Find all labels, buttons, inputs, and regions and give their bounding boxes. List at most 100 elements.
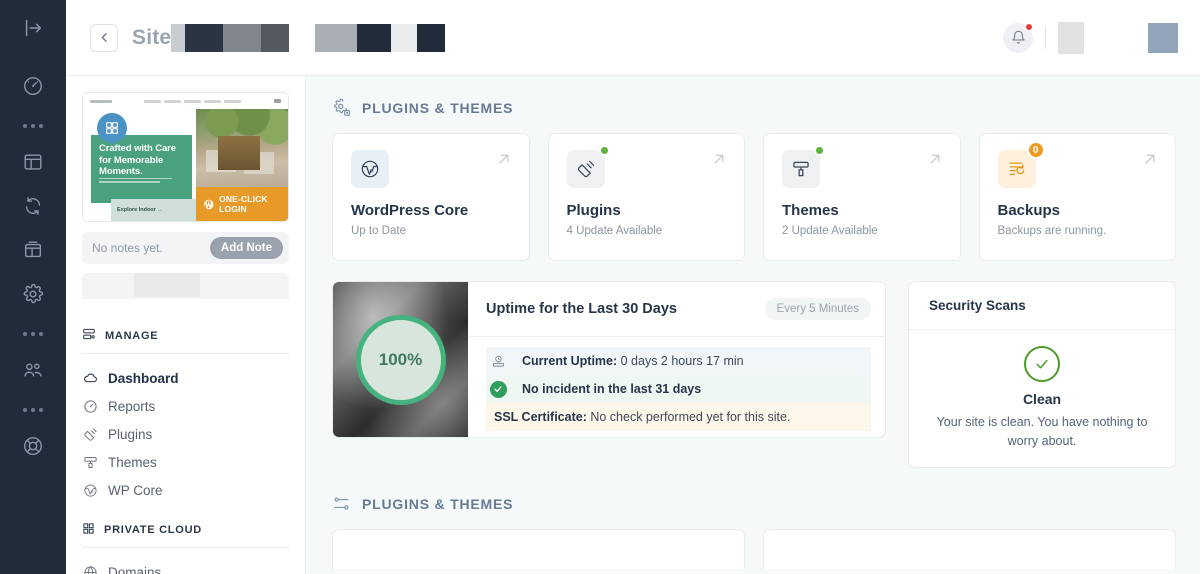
bottom-card-row: [332, 529, 1176, 569]
sidebar-label: Themes: [108, 454, 157, 470]
nav-list-manage: Dashboard Reports Plugins Themes WP Core: [82, 354, 289, 504]
top-header-bar: Site: [66, 0, 1200, 76]
grid-squares-icon: [82, 522, 95, 538]
section-header-plugins-themes-2: PLUGINS & THEMES: [332, 494, 1176, 513]
card-subtitle: Up to Date: [351, 225, 406, 237]
uptime-incident-label: No incident in the last 31 days: [522, 382, 702, 396]
chevron-left-icon: [101, 33, 107, 42]
sidebar-label: Reports: [108, 398, 156, 414]
site-sidebar: Crafted with Care for Memorable Moments.…: [66, 76, 306, 574]
nav-section-manage: MANAGE Dashboard Reports Plugins Themes …: [82, 327, 289, 504]
avatar[interactable]: [1148, 22, 1178, 53]
uptime-incident-text: No incident in the last 31 days: [522, 382, 701, 396]
uptime-current-label: Current Uptime:: [522, 354, 618, 368]
preview-hero-title: Crafted with Care for Memorable Moments.: [99, 143, 176, 177]
back-button[interactable]: [90, 23, 118, 52]
nav-section-private-cloud: PRIVATE CLOUD Domains: [82, 522, 289, 574]
card-wordpress-core[interactable]: WordPress Core Up to Date: [332, 133, 530, 261]
plug-icon: [566, 150, 605, 188]
open-external-icon[interactable]: [926, 150, 944, 173]
paint-roller-icon: [782, 150, 820, 188]
sidebar-item-reports[interactable]: Reports: [82, 392, 289, 420]
dashboard-main: PLUGINS & THEMES WordPress Core Up to Da…: [306, 76, 1200, 574]
update-available-dot: [598, 145, 610, 156]
site-preview-thumbnail[interactable]: Crafted with Care for Memorable Moments.…: [82, 92, 289, 222]
sidebar-label: Dashboard: [108, 370, 179, 386]
sidebar-item-dashboard[interactable]: Dashboard: [82, 364, 289, 392]
wordpress-icon: [351, 150, 389, 188]
backup-count-badge: 0: [1026, 141, 1045, 159]
uptime-header: Uptime for the Last 30 Days Every 5 Minu…: [468, 282, 885, 337]
paint-roller-icon: [82, 455, 98, 470]
notifications-button[interactable]: [1003, 22, 1033, 53]
sliders-icon: [332, 494, 351, 513]
header-divider: [1045, 26, 1046, 49]
card-title: Backups: [997, 202, 1061, 219]
section-header-plugins-themes-1: PLUGINS & THEMES: [332, 98, 1176, 117]
check-circle-outline-icon: [1024, 346, 1060, 382]
open-external-icon[interactable]: [495, 150, 513, 173]
icon-rail: [0, 0, 66, 574]
add-note-button[interactable]: Add Note: [209, 237, 283, 259]
globe-icon: [82, 565, 98, 574]
preview-site-navbar: [83, 93, 288, 109]
section-title: PLUGINS & THEMES: [362, 99, 514, 116]
card-title: WordPress Core: [351, 202, 469, 219]
rail-divider-dots-3: [13, 396, 53, 424]
wordpress-icon: [82, 483, 98, 498]
dashboard-gauge-icon[interactable]: [13, 66, 53, 106]
uptime-security-row: 100% Uptime for the Last 30 Days Every 5…: [332, 281, 1176, 468]
security-scans-panel: Security Scans Clean Your site is clean.…: [908, 281, 1176, 468]
team-users-icon[interactable]: [13, 350, 53, 390]
security-status: Clean: [1022, 391, 1062, 407]
one-click-login-button[interactable]: ONE-CLICK LOGIN: [195, 187, 288, 221]
server-list-icon: [82, 327, 96, 344]
status-card-row: WordPress Core Up to Date Plugins 4 Upda…: [332, 133, 1176, 261]
card-title: Plugins: [566, 202, 621, 219]
bottom-card-2[interactable]: [763, 529, 1176, 569]
card-plugins[interactable]: Plugins 4 Update Available: [547, 133, 745, 261]
security-description: Your site is clean. You have nothing to …: [936, 415, 1148, 448]
settings-gear-icon[interactable]: [13, 274, 53, 314]
card-backups[interactable]: 0 Backups Backups are running.: [978, 133, 1176, 261]
sidebar-item-plugins[interactable]: Plugins: [82, 420, 289, 448]
open-external-icon[interactable]: [710, 150, 728, 173]
plug-icon: [82, 427, 98, 442]
sites-grid-icon[interactable]: [13, 230, 53, 270]
open-external-icon[interactable]: [1141, 150, 1159, 173]
sidebar-item-themes[interactable]: Themes: [82, 448, 289, 476]
security-title: Security Scans: [909, 282, 1175, 330]
bottom-card-1[interactable]: [332, 529, 745, 569]
nav-section-label: PRIVATE CLOUD: [104, 524, 202, 536]
cloud-icon: [82, 371, 98, 386]
support-lifebuoy-icon[interactable]: [13, 426, 53, 466]
nav-list-private-cloud: Domains: [82, 548, 289, 574]
uptime-gauge-value: 100%: [378, 349, 423, 369]
uptime-current-text: Current Uptime: 0 days 2 hours 17 min: [522, 354, 744, 368]
section-title: PLUGINS & THEMES: [362, 495, 514, 512]
rail-divider-dots-2: [13, 320, 53, 348]
redacted-site-name: [171, 23, 446, 52]
card-subtitle: Backups are running.: [997, 225, 1107, 237]
uptime-gauge: 100%: [355, 314, 446, 405]
main-column: Site Crafted with Care for Memorable Mom…: [66, 0, 1200, 574]
uptime-current-value: 0 days 2 hours 17 min: [617, 354, 744, 368]
collapse-sidebar-icon[interactable]: [13, 8, 53, 48]
wordpress-icon: [203, 199, 214, 209]
sidebar-item-wp-core[interactable]: WP Core: [82, 476, 289, 504]
uptime-rows: Current Uptime: 0 days 2 hours 17 min No…: [468, 337, 885, 431]
page-title: Site: [132, 25, 172, 49]
card-title: Themes: [782, 202, 839, 219]
sidebar-item-domains[interactable]: Domains: [82, 558, 289, 574]
sidebar-label: Domains: [108, 564, 162, 574]
uptime-thumbnail: 100%: [333, 282, 468, 437]
sidebar-label: WP Core: [108, 482, 163, 498]
redacted-header-item[interactable]: [1058, 21, 1084, 54]
card-subtitle: 2 Update Available: [782, 225, 878, 237]
gauge-icon: [82, 399, 98, 414]
card-themes[interactable]: Themes 2 Update Available: [763, 133, 961, 261]
sync-icon[interactable]: [13, 186, 53, 226]
layout-icon[interactable]: [13, 142, 53, 182]
update-available-dot: [814, 145, 825, 156]
uptime-interval-pill[interactable]: Every 5 Minutes: [764, 298, 871, 320]
